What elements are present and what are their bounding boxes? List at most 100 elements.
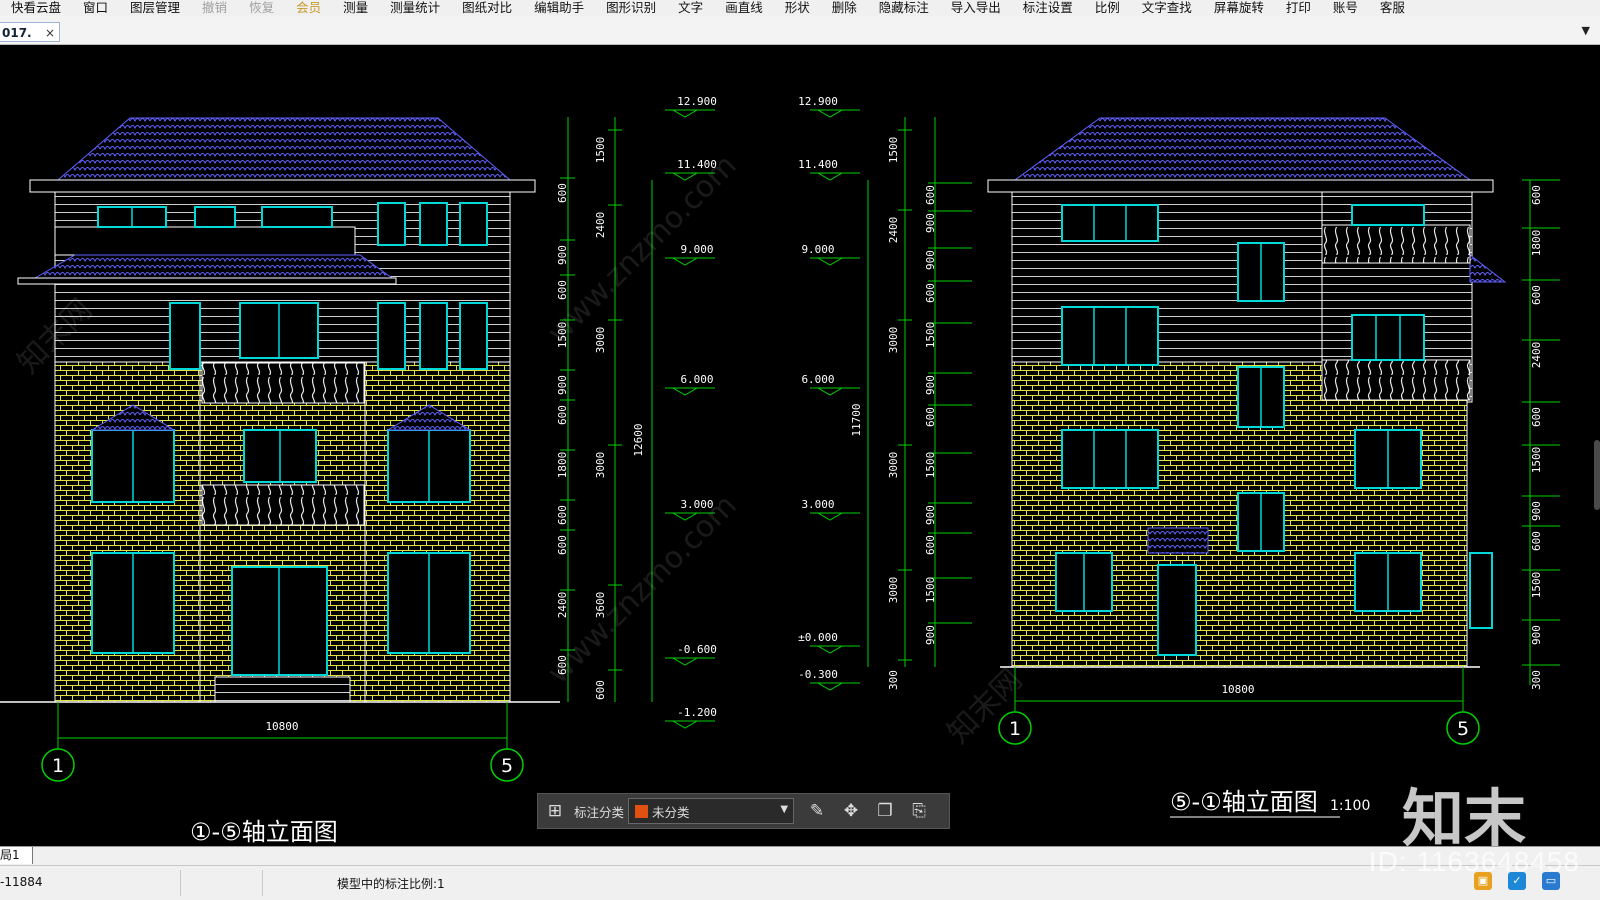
dimension-text: 600 — [924, 283, 937, 303]
toolbar-item[interactable]: 文字查找 — [1131, 0, 1203, 16]
layout-tab[interactable]: 局1 — [0, 847, 33, 864]
dimension-text: 600 — [594, 680, 607, 700]
axis-label-1-right: 1 — [1009, 718, 1021, 740]
dimension-text: 900 — [1530, 501, 1543, 521]
dimension-text: 2400 — [556, 592, 569, 619]
level-label: 3.000 — [801, 498, 834, 511]
dimension-text: 3000 — [887, 327, 900, 354]
dimension-text: 1800 — [556, 452, 569, 479]
annotation-category-select[interactable]: 未分类 ▼ — [628, 798, 795, 824]
annotation-category-value: 未分类 — [652, 804, 690, 820]
toolbar-item[interactable]: 测量统计 — [379, 0, 451, 16]
toolbar-item[interactable]: 屏幕旋转 — [1203, 0, 1275, 16]
top-toolbar: 快看云盘 窗口 图层管理 撤销 恢复 会员 测量 测量统计 图纸对比 编辑助手 图形识别 文字 画直线形… — [0, 0, 1600, 16]
dimension-text: 2400 — [594, 212, 607, 239]
chevron-down-icon: ▼ — [780, 804, 789, 815]
toolbar-item[interactable]: 图形识别 — [595, 0, 667, 16]
toolbar-item[interactable]: 撤销 — [191, 0, 238, 16]
dimension-text: 600 — [1530, 185, 1543, 205]
left-elevation-title: ①-⑤轴立面图 — [190, 818, 338, 845]
dimension-text: 600 — [1530, 285, 1543, 305]
dimension-text: 600 — [1530, 407, 1543, 427]
level-label: 6.000 — [680, 373, 713, 386]
toolbar-item[interactable]: 画直线 — [714, 0, 774, 16]
dimension-text: 600 — [556, 280, 569, 300]
level-label: 9.000 — [801, 243, 834, 256]
level-marker — [671, 109, 699, 118]
dimension-text: 600 — [1530, 531, 1543, 551]
dimension-text: 3000 — [887, 577, 900, 604]
axis-bubbles — [41, 711, 1480, 782]
toolbar-item[interactable]: 打印 — [1275, 0, 1322, 16]
category-color-swatch — [635, 804, 649, 818]
level-label: 11.400 — [798, 158, 838, 171]
toolbar-item[interactable]: 会员 — [285, 0, 332, 16]
dimension-text: 1500 — [924, 577, 937, 604]
watermark-logo: 知末 — [1402, 782, 1527, 855]
width-dimension: 10800 — [1221, 683, 1254, 696]
level-label: 9.000 — [680, 243, 713, 256]
dimension-text: 600 — [556, 535, 569, 555]
dimension-text: 1500 — [594, 137, 607, 164]
close-icon[interactable]: × — [45, 23, 55, 43]
copy-icon[interactable]: ❐ — [868, 794, 902, 828]
level-marker — [816, 645, 844, 654]
dimension-text: 900 — [924, 213, 937, 233]
toolbar-item[interactable]: 图层管理 — [119, 0, 191, 16]
grid-icon[interactable]: ⊞ — [538, 794, 572, 828]
level-marker — [816, 682, 844, 691]
level-marker — [816, 387, 844, 396]
move-icon[interactable]: ✥ — [834, 794, 868, 828]
level-marker — [816, 172, 844, 181]
toolbar-item[interactable]: 账号 — [1322, 0, 1369, 16]
document-tab-label: 017. — [2, 26, 32, 40]
dimension-text: 2400 — [1530, 342, 1543, 369]
dimension-text: 600 — [924, 185, 937, 205]
watermark-site: www.znzmo.com — [541, 488, 744, 691]
level-label: ±0.000 — [798, 631, 838, 644]
annotation-toolbar: ⊞ 标注分类 未分类 ▼ ✎ ✥ ❐ ⎘ — [537, 793, 950, 829]
dimension-text: 1500 — [924, 322, 937, 349]
toolbar-item[interactable]: 编辑助手 — [523, 0, 595, 16]
dimension-text: 900 — [924, 505, 937, 525]
status-separator — [180, 870, 181, 896]
dimension-text: 3000 — [887, 452, 900, 479]
paste-icon[interactable]: ⎘ — [902, 794, 936, 828]
toolbar-item[interactable]: 隐藏标注 — [868, 0, 940, 16]
dimension-text: 3000 — [594, 327, 607, 354]
dimension-text: 600 — [924, 407, 937, 427]
toolbar-item[interactable]: 删除 — [821, 0, 868, 16]
width-dimension: 10800 — [265, 720, 298, 733]
toolbar-item[interactable]: 窗口 — [72, 0, 119, 16]
toolbar-item[interactable]: 图纸对比 — [451, 0, 523, 16]
toolbar-item[interactable]: 快看云盘 — [0, 0, 72, 16]
toolbar-item[interactable]: 比例 — [1084, 0, 1131, 16]
dimension-text: 600 — [924, 535, 937, 555]
toolbar-item[interactable]: 恢复 — [238, 0, 285, 16]
level-marker — [671, 720, 699, 729]
document-tab[interactable]: 017. × — [0, 22, 60, 42]
vertical-scrollbar[interactable] — [1594, 440, 1600, 510]
dimension-text: 1500 — [1530, 447, 1543, 474]
level-marker — [671, 257, 699, 266]
dimension-text: 900 — [1530, 625, 1543, 645]
edit-icon[interactable]: ✎ — [800, 794, 834, 828]
toolbar-item[interactable]: 形状 — [774, 0, 821, 16]
level-marker — [816, 109, 844, 118]
annotation-scale-note: 模型中的标注比例:1 — [337, 877, 445, 891]
toolbar-item[interactable]: 标注设置 — [1012, 0, 1084, 16]
drawing-canvas[interactable]: 12.900 11.400 9.000 6.000 3.000 -0.600 -1.200 1… — [0, 45, 1600, 845]
toolbar-item[interactable]: 导入导出 — [940, 0, 1012, 16]
annotation-category-label: 标注分类 — [574, 804, 625, 820]
toolbar-item[interactable]: 文字 — [667, 0, 714, 16]
tab-menu-icon[interactable]: ▼ — [1582, 24, 1590, 37]
dimension-text: 900 — [924, 625, 937, 645]
cursor-coordinates: -11884 — [0, 875, 43, 889]
level-marker — [816, 257, 844, 266]
toolbar-item[interactable]: 客服 — [1369, 0, 1416, 16]
level-label: -1.200 — [677, 706, 717, 719]
level-label: 6.000 — [801, 373, 834, 386]
toolbar-item[interactable]: 测量 — [332, 0, 379, 16]
left-elevation — [0, 117, 560, 703]
elevation-title: ⑤-①轴立面图 — [1170, 788, 1318, 816]
